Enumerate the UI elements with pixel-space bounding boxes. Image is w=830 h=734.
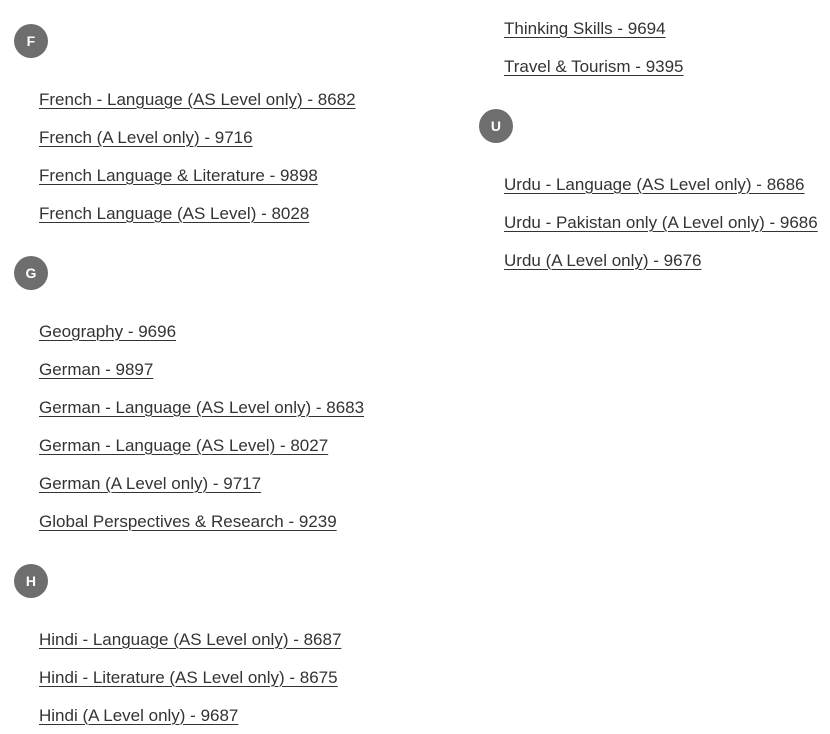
list-item: Global Perspectives & Research - 9239 <box>39 502 440 540</box>
letter-section-f: F French - Language (AS Level only) - 86… <box>0 0 440 232</box>
letter-section-g: G Geography - 9696 German - 9897 German … <box>0 232 440 540</box>
subject-link-french-language-as-level[interactable]: French Language (AS Level) - 8028 <box>39 203 309 224</box>
list-item: French - Language (AS Level only) - 8682 <box>39 80 440 118</box>
subject-list-u: Urdu - Language (AS Level only) - 8686 U… <box>504 165 830 279</box>
subject-index-page: F French - Language (AS Level only) - 86… <box>0 0 830 725</box>
subject-link-french-language-and-literature[interactable]: French Language & Literature - 9898 <box>39 165 318 186</box>
subject-link-hindi-language-as-level-only[interactable]: Hindi - Language (AS Level only) - 8687 <box>39 629 341 650</box>
subject-column-right: Thinking Skills - 9694 Travel & Tourism … <box>440 0 830 279</box>
list-item: French Language (AS Level) - 8028 <box>39 194 440 232</box>
subject-link-german-language-as-level[interactable]: German - Language (AS Level) - 8027 <box>39 435 328 456</box>
letter-badge-g: G <box>14 256 48 290</box>
subject-link-german-language-as-level-only[interactable]: German - Language (AS Level only) - 8683 <box>39 397 364 418</box>
list-item: German - Language (AS Level) - 8027 <box>39 426 440 464</box>
subject-link-urdu-language-as-level-only[interactable]: Urdu - Language (AS Level only) - 8686 <box>504 174 805 195</box>
subject-list-g: Geography - 9696 German - 9897 German - … <box>39 312 440 540</box>
subject-link-urdu-pakistan-only-a-level-only[interactable]: Urdu - Pakistan only (A Level only) - 96… <box>504 212 818 233</box>
letter-badge-f: F <box>14 24 48 58</box>
subject-list-continued: Thinking Skills - 9694 Travel & Tourism … <box>504 9 830 85</box>
subject-list-h: Hindi - Language (AS Level only) - 8687 … <box>39 620 440 734</box>
list-item: German (A Level only) - 9717 <box>39 464 440 502</box>
subject-link-german-a-level-only[interactable]: German (A Level only) - 9717 <box>39 473 261 494</box>
subject-link-global-perspectives-and-research[interactable]: Global Perspectives & Research - 9239 <box>39 511 337 532</box>
subject-link-german[interactable]: German - 9897 <box>39 359 153 380</box>
list-item: French Language & Literature - 9898 <box>39 156 440 194</box>
list-item: Hindi (A Level only) - 9687 <box>39 696 440 734</box>
subject-link-french-language-as-level-only[interactable]: French - Language (AS Level only) - 8682 <box>39 89 356 110</box>
subject-list-f: French - Language (AS Level only) - 8682… <box>39 80 440 232</box>
subject-link-thinking-skills[interactable]: Thinking Skills - 9694 <box>504 18 666 39</box>
list-item: German - 9897 <box>39 350 440 388</box>
list-item: Hindi - Literature (AS Level only) - 867… <box>39 658 440 696</box>
letter-badge-h: H <box>14 564 48 598</box>
subject-link-hindi-literature-as-level-only[interactable]: Hindi - Literature (AS Level only) - 867… <box>39 667 338 688</box>
letter-section-u: U Urdu - Language (AS Level only) - 8686… <box>465 85 830 279</box>
letter-section-h: H Hindi - Language (AS Level only) - 868… <box>0 540 440 734</box>
list-item: Thinking Skills - 9694 <box>504 9 830 47</box>
subject-link-urdu-a-level-only[interactable]: Urdu (A Level only) - 9676 <box>504 250 702 271</box>
subject-link-travel-and-tourism[interactable]: Travel & Tourism - 9395 <box>504 56 684 77</box>
list-item: Hindi - Language (AS Level only) - 8687 <box>39 620 440 658</box>
list-item: French (A Level only) - 9716 <box>39 118 440 156</box>
list-item: Urdu - Language (AS Level only) - 8686 <box>504 165 830 203</box>
list-item: Urdu - Pakistan only (A Level only) - 96… <box>504 203 830 241</box>
subject-link-geography[interactable]: Geography - 9696 <box>39 321 176 342</box>
subject-link-hindi-a-level-only[interactable]: Hindi (A Level only) - 9687 <box>39 705 238 726</box>
list-item: Geography - 9696 <box>39 312 440 350</box>
subject-link-french-a-level-only[interactable]: French (A Level only) - 9716 <box>39 127 253 148</box>
list-item: German - Language (AS Level only) - 8683 <box>39 388 440 426</box>
list-item: Travel & Tourism - 9395 <box>504 47 830 85</box>
list-item: Urdu (A Level only) - 9676 <box>504 241 830 279</box>
letter-badge-u: U <box>479 109 513 143</box>
subject-column-left: F French - Language (AS Level only) - 86… <box>0 0 440 734</box>
